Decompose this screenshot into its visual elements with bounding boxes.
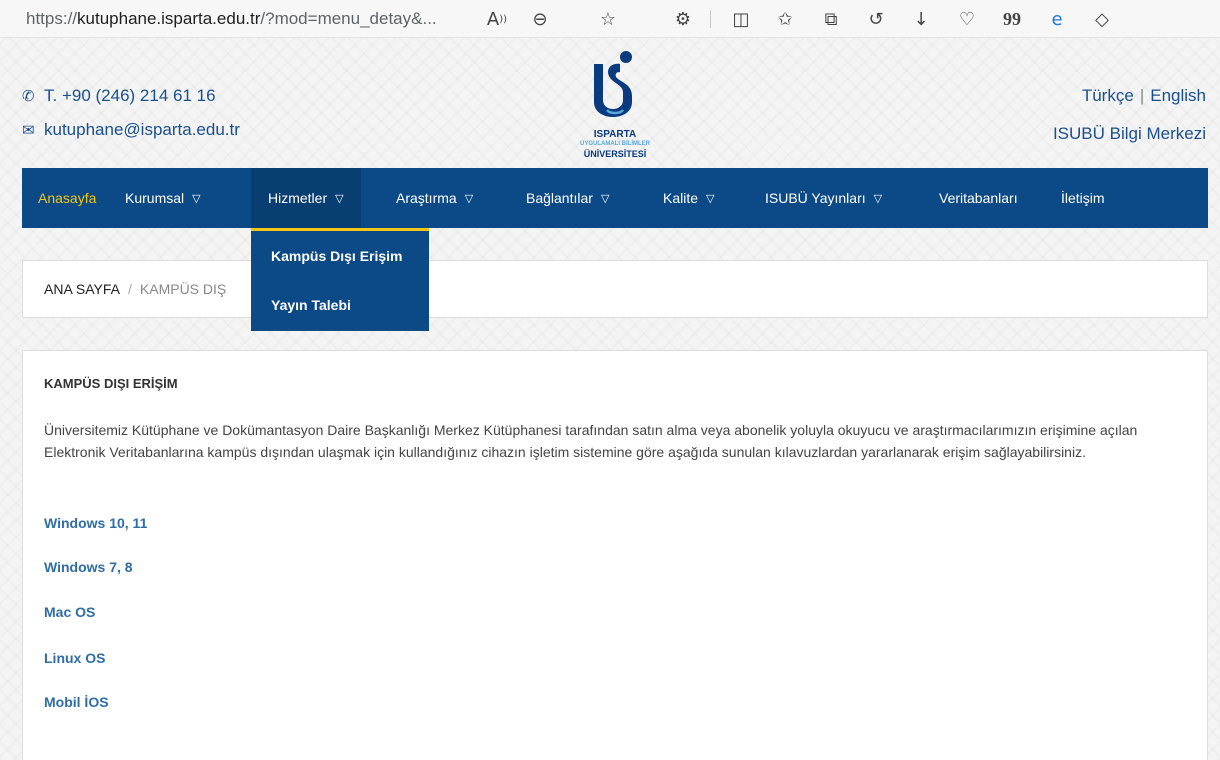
breadcrumb: ANA SAYFA / KAMPÜS DIŞ (22, 260, 1208, 318)
page-description: Üniversitemiz Kütüphane ve Dokümantasyon… (44, 422, 1138, 460)
nav-item-anasayfa[interactable]: Anasayfa (38, 168, 96, 228)
nav-item-isubu-yayinlari[interactable]: ISUBÜ Yayınları ▽ (765, 168, 882, 228)
quote-icon[interactable]: 99 (997, 0, 1027, 38)
browser-toolbar: https://kutuphane.isparta.edu.tr/?mod=me… (0, 0, 1220, 38)
split-screen-icon[interactable]: ◫ (726, 0, 756, 38)
chevron-down-icon: ▽ (706, 191, 715, 205)
logo-text-isparta: ISPARTA (593, 129, 637, 140)
lang-separator: | (1139, 86, 1145, 105)
url-prefix: https:// (26, 9, 78, 28)
toolbar-separator (710, 10, 711, 28)
link-mobil-ios[interactable]: Mobil İOS (44, 694, 109, 710)
chevron-down-icon: ▽ (192, 191, 201, 205)
browser-health-icon[interactable]: ♡ (952, 0, 982, 38)
email-contact[interactable]: ✉ kutuphane@isparta.edu.tr (22, 120, 240, 140)
link-mac-os[interactable]: Mac OS (44, 604, 95, 620)
dropdown-item-yayin-talebi[interactable]: Yayın Talebi (271, 297, 351, 313)
favorite-star-icon[interactable]: ☆ (593, 0, 623, 38)
nav-label: Kalite (663, 190, 699, 206)
link-linux-os[interactable]: Linux OS (44, 650, 105, 666)
chevron-down-icon: ▽ (873, 191, 883, 205)
nav-label: ISUBÜ Yayınları (765, 190, 866, 206)
edge-icon[interactable]: e (1042, 0, 1072, 38)
nav-item-arastirma[interactable]: Araştırma ▽ (396, 168, 473, 228)
breadcrumb-home[interactable]: ANA SAYFA (44, 281, 120, 297)
collections-icon[interactable]: ⧉ (816, 0, 846, 38)
url-domain: kutuphane.isparta.edu.tr (77, 9, 261, 28)
language-switcher: Türkçe | English (1082, 86, 1206, 106)
downloads-icon[interactable]: ↓ (906, 0, 936, 38)
copilot-icon[interactable]: ◇ (1087, 0, 1117, 38)
nav-label: İletişim (1061, 190, 1105, 206)
dropdown-item-kampus-disi-erisim[interactable]: Kampüs Dışı Erişim (271, 248, 403, 264)
site-subtitle[interactable]: ISUBÜ Bilgi Merkezi (1053, 124, 1206, 144)
university-logo[interactable]: ISPARTA UYGULAMALI BİLİMLER ÜNİVERSİTESİ (560, 50, 670, 160)
nav-item-baglantilar[interactable]: Bağlantılar ▽ (526, 168, 609, 228)
nav-item-veritabanlari[interactable]: Veritabanları (939, 168, 1018, 228)
zoom-out-icon[interactable]: ⊖ (525, 0, 555, 38)
favorites-list-icon[interactable]: ✩ (770, 0, 800, 38)
email-address: kutuphane@isparta.edu.tr (44, 120, 240, 139)
breadcrumb-separator: / (128, 281, 132, 297)
phone-icon: ✆ (22, 87, 35, 105)
hizmetler-dropdown: Kampüs Dışı Erişim Yayın Talebi (251, 228, 429, 331)
nav-label: Anasayfa (38, 190, 97, 206)
logo-text-uygulamali: UYGULAMALI BİLİMLER (580, 141, 650, 147)
mail-icon: ✉ (22, 121, 35, 139)
phone-contact[interactable]: ✆ T. +90 (246) 214 61 16 (22, 86, 216, 106)
logo-mark-icon (594, 51, 632, 117)
lang-turkish[interactable]: Türkçe (1082, 86, 1134, 105)
content-panel: KAMPÜS DIŞI ERİŞİM Üniversitemiz Kütüpha… (22, 350, 1208, 760)
nav-label: Bağlantılar (526, 190, 593, 206)
nav-label: Araştırma (396, 190, 457, 206)
link-windows-7-8[interactable]: Windows 7, 8 (44, 559, 133, 575)
phone-number: T. +90 (246) 214 61 16 (44, 86, 216, 105)
nav-label: Hizmetler (268, 190, 328, 206)
lang-english[interactable]: English (1150, 86, 1206, 105)
main-nav: Anasayfa Kurumsal ▽ Hizmetler ▽ Araştırma ▽… (22, 168, 1208, 228)
nav-item-kurumsal[interactable]: Kurumsal ▽ (125, 168, 201, 228)
url-path: /?mod=menu_detay&... (260, 9, 437, 28)
nav-label: Veritabanları (939, 190, 1018, 206)
history-icon[interactable]: ↺ (861, 0, 891, 38)
extensions-icon[interactable]: ⚙ (668, 0, 698, 38)
logo-text-universitesi: ÜNİVERSİTESİ (583, 149, 647, 159)
nav-item-hizmetler[interactable]: Hizmetler ▽ (251, 168, 361, 228)
read-aloud-icon[interactable]: A)) (482, 0, 512, 38)
link-windows-10-11[interactable]: Windows 10, 11 (44, 515, 147, 531)
nav-item-kalite[interactable]: Kalite ▽ (663, 168, 715, 228)
chevron-down-icon: ▽ (335, 191, 344, 205)
chevron-down-icon: ▽ (464, 191, 474, 205)
breadcrumb-current: KAMPÜS DIŞ (139, 281, 227, 297)
chevron-down-icon: ▽ (600, 191, 610, 205)
nav-item-iletisim[interactable]: İletişim (1061, 168, 1105, 228)
nav-label: Kurumsal (125, 190, 185, 206)
page-title: KAMPÜS DIŞI ERİŞİM (44, 376, 178, 391)
